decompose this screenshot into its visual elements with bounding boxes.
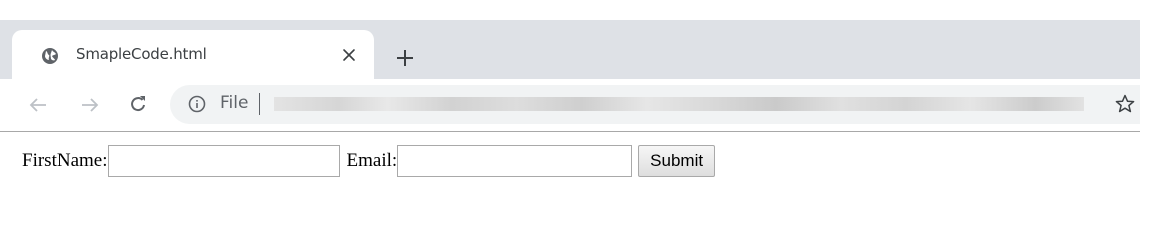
- browser-toolbar: File: [0, 79, 1140, 131]
- info-icon[interactable]: [188, 95, 206, 113]
- plus-icon[interactable]: [396, 49, 414, 67]
- arrow-right-icon[interactable]: [80, 95, 100, 115]
- close-icon[interactable]: [342, 48, 356, 62]
- toolbar-divider: [0, 131, 1140, 132]
- omnibox-separator: [259, 93, 260, 115]
- address-bar[interactable]: File: [170, 85, 1140, 124]
- redacted-url: [274, 97, 1084, 111]
- email-label: Email:: [346, 150, 398, 171]
- arrow-left-icon[interactable]: [28, 95, 48, 115]
- email-input[interactable]: [397, 145, 633, 177]
- submit-button[interactable]: Submit: [638, 145, 716, 177]
- star-icon[interactable]: [1115, 94, 1135, 114]
- tab-title: SmapleCode.html: [76, 45, 207, 63]
- page-content: FirstName: Email: Submit: [22, 145, 716, 177]
- tab-strip: SmapleCode.html: [0, 20, 1140, 79]
- globe-icon: [41, 47, 59, 65]
- firstname-label: FirstName:: [22, 150, 108, 171]
- firstname-input[interactable]: [107, 145, 340, 177]
- url-scheme-label: File: [220, 93, 249, 113]
- active-tab[interactable]: SmapleCode.html: [12, 30, 374, 79]
- reload-icon[interactable]: [128, 94, 148, 114]
